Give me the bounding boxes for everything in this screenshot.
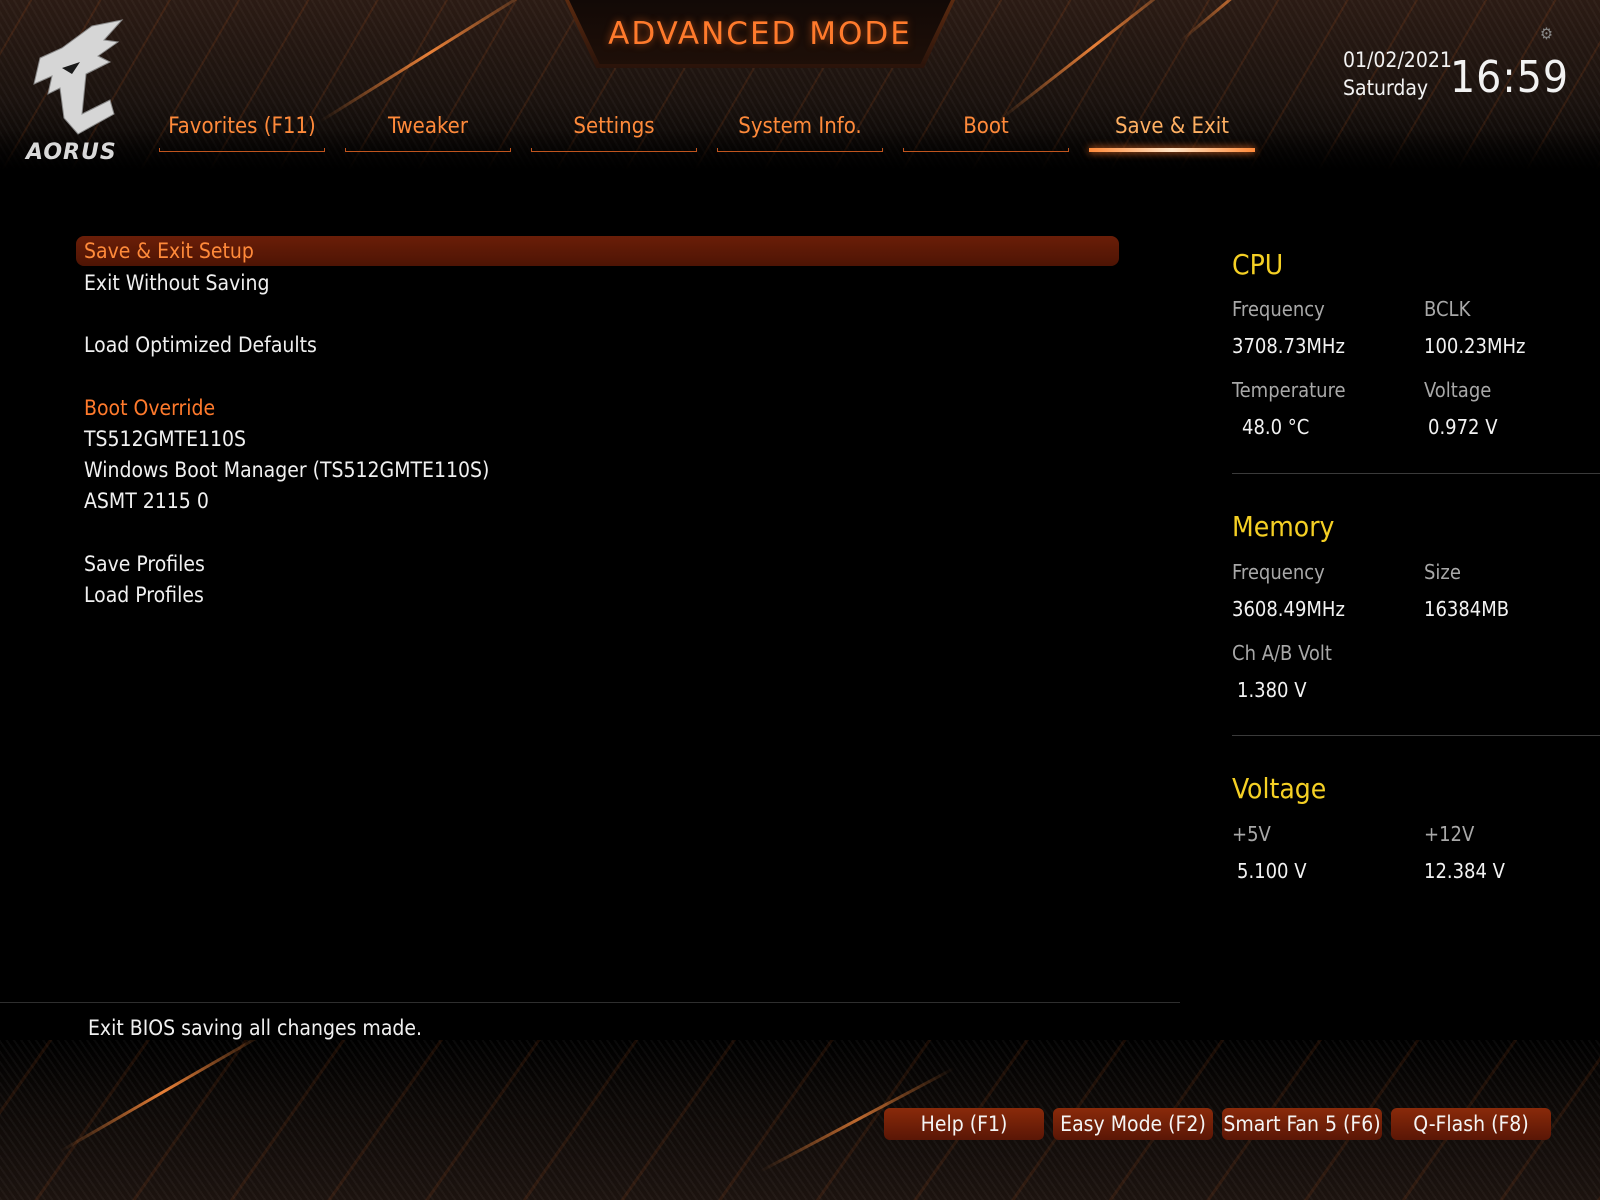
cpu-temperature-label: Temperature bbox=[1232, 378, 1346, 402]
aorus-logo-text: AORUS bbox=[26, 140, 117, 165]
memory-ch-volt-label: Ch A/B Volt bbox=[1232, 641, 1332, 665]
plus5v-value: 5.100 V bbox=[1237, 859, 1307, 883]
plus12v-label: +12V bbox=[1424, 822, 1475, 846]
memory-size-label: Size bbox=[1424, 560, 1461, 584]
cpu-frequency-label: Frequency bbox=[1232, 297, 1325, 321]
memory-size-value: 16384MB bbox=[1424, 597, 1510, 621]
boot-override-heading: Boot Override bbox=[84, 396, 216, 420]
cpu-temperature-value: 48.0 °C bbox=[1242, 415, 1310, 439]
voltage-section-title: Voltage bbox=[1232, 772, 1327, 805]
memory-ch-volt-value: 1.380 V bbox=[1237, 678, 1307, 702]
gear-icon[interactable]: ⚙ bbox=[1540, 24, 1553, 43]
tab-underline bbox=[903, 148, 1069, 152]
decor-streak bbox=[59, 1040, 269, 1153]
cpu-bclk-label: BCLK bbox=[1424, 297, 1471, 321]
menu-item-load-profiles[interactable]: Load Profiles bbox=[76, 580, 1119, 610]
memory-section-title: Memory bbox=[1232, 510, 1335, 543]
date: 01/02/2021 bbox=[1343, 48, 1452, 72]
cpu-voltage-label: Voltage bbox=[1424, 378, 1492, 402]
tab-label: Save & Exit bbox=[1114, 114, 1230, 139]
tab-label: Boot bbox=[963, 114, 1009, 139]
menu-item-exit-without-saving[interactable]: Exit Without Saving bbox=[76, 268, 1119, 298]
section-divider bbox=[1232, 473, 1600, 474]
menu-item-save-exit-setup[interactable]: Save & Exit Setup bbox=[76, 236, 1119, 266]
decor-streak bbox=[999, 0, 1191, 121]
tab-underline bbox=[531, 148, 697, 152]
help-divider bbox=[0, 1002, 1180, 1003]
tab-underline bbox=[717, 148, 883, 152]
help-button[interactable]: Help (F1) bbox=[884, 1108, 1044, 1140]
memory-frequency-value: 3608.49MHz bbox=[1232, 597, 1345, 621]
q-flash-button[interactable]: Q-Flash (F8) bbox=[1391, 1108, 1551, 1140]
cpu-frequency-value: 3708.73MHz bbox=[1232, 334, 1345, 358]
menu-item-boot-device[interactable]: ASMT 2115 0 bbox=[76, 486, 1119, 516]
day: Saturday bbox=[1343, 76, 1429, 100]
menu-item-save-profiles[interactable]: Save Profiles bbox=[76, 549, 1119, 579]
tab-label: Favorites (F11) bbox=[168, 114, 316, 139]
decor-streak bbox=[1179, 0, 1273, 43]
cpu-bclk-value: 100.23MHz bbox=[1424, 334, 1526, 358]
tab-label: System Info. bbox=[738, 114, 862, 139]
section-divider bbox=[1232, 735, 1600, 736]
tab-underline bbox=[345, 148, 511, 152]
tab-label: Tweaker bbox=[388, 114, 468, 139]
tab-system-info[interactable]: System Info. bbox=[717, 112, 883, 156]
tab-label: Settings bbox=[573, 114, 655, 139]
menu-item-load-optimized-defaults[interactable]: Load Optimized Defaults bbox=[76, 330, 1119, 360]
tab-tweaker[interactable]: Tweaker bbox=[345, 112, 511, 156]
tab-settings[interactable]: Settings bbox=[531, 112, 697, 156]
menu-item-boot-device[interactable]: TS512GMTE110S bbox=[76, 424, 1119, 454]
tab-save-exit[interactable]: Save & Exit bbox=[1089, 112, 1255, 156]
memory-frequency-label: Frequency bbox=[1232, 560, 1325, 584]
help-description: Exit BIOS saving all changes made. bbox=[88, 1016, 423, 1040]
clock: 16:59 bbox=[1450, 52, 1570, 103]
menu-item-boot-device[interactable]: Windows Boot Manager (TS512GMTE110S) bbox=[76, 455, 1119, 485]
cpu-section-title: CPU bbox=[1232, 248, 1284, 281]
plus12v-value: 12.384 V bbox=[1424, 859, 1505, 883]
cpu-voltage-value: 0.972 V bbox=[1428, 415, 1498, 439]
mode-title: ADVANCED MODE bbox=[608, 16, 912, 52]
decor-streak bbox=[319, 0, 542, 123]
tab-favorites[interactable]: Favorites (F11) bbox=[159, 112, 325, 156]
plus5v-label: +5V bbox=[1232, 822, 1271, 846]
tab-underline bbox=[159, 148, 325, 152]
tab-boot[interactable]: Boot bbox=[903, 112, 1069, 156]
smart-fan-button[interactable]: Smart Fan 5 (F6) bbox=[1222, 1108, 1382, 1140]
tab-underline bbox=[1089, 148, 1255, 152]
easy-mode-button[interactable]: Easy Mode (F2) bbox=[1053, 1108, 1213, 1140]
